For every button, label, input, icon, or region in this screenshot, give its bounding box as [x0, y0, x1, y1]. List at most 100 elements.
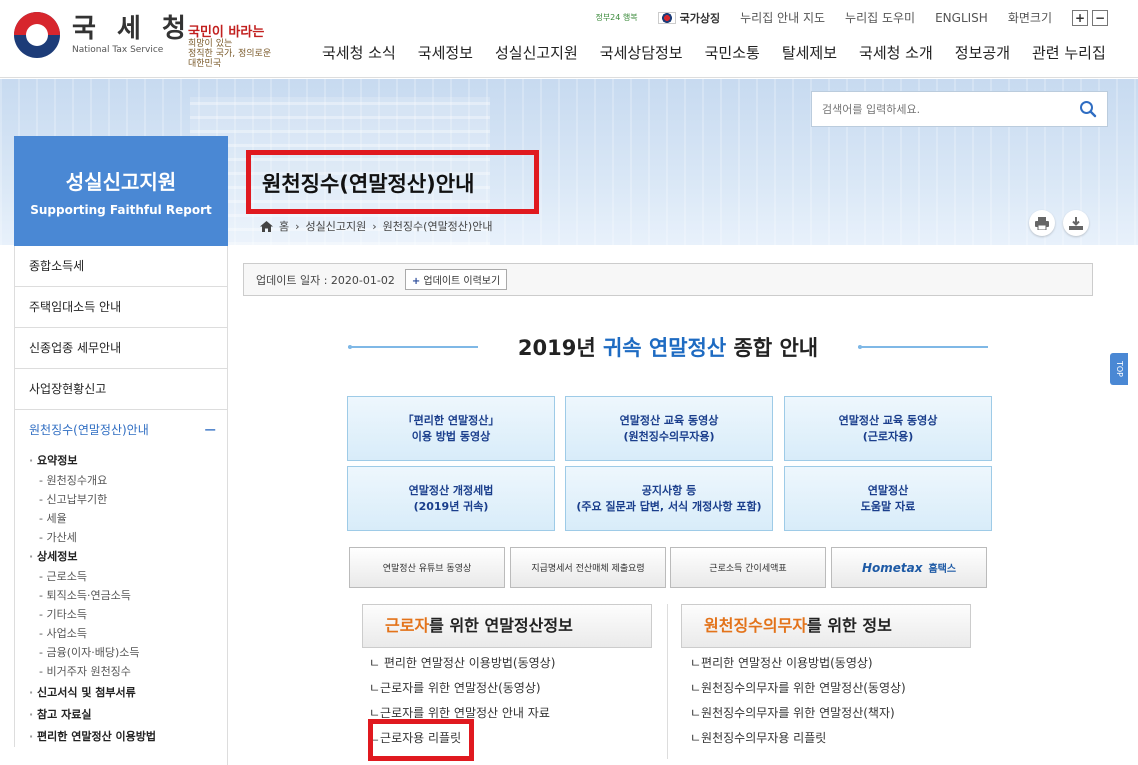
scroll-top-button[interactable]: TOP [1110, 353, 1128, 385]
submenu-group-references[interactable]: 참고 자료실 [29, 705, 227, 725]
print-icon [1035, 216, 1049, 230]
main-heading: 2019년 귀속 연말정산 종합 안내 [348, 330, 988, 364]
guide-button-notices[interactable]: 공지사항 등 (주요 질문과 답변, 서식 개정사항 포함) [565, 466, 773, 531]
zoom-in-button[interactable]: + [1072, 9, 1088, 26]
guide-button-video[interactable]: 「편리한 연말정산」 이용 방법 동영상 [347, 396, 555, 461]
english-link[interactable]: ENGLISH [935, 11, 988, 25]
national-symbol-link[interactable]: 국가상징 [657, 10, 721, 26]
withholder-link[interactable]: ㄴ원천징수의무자를 위한 연말정산(동영상) [690, 679, 906, 704]
gnb-item-communication[interactable]: 국민소통 [705, 42, 760, 63]
search-input[interactable] [822, 102, 1072, 116]
worker-info-heading: 근로자를 위한 연말정산정보 [362, 604, 652, 648]
submenu-leaf[interactable]: 비거주자 원천징수 [29, 662, 227, 681]
site-help-link[interactable]: 누리집 도우미 [845, 9, 915, 26]
print-button[interactable] [1029, 210, 1055, 236]
guide-button-help-materials[interactable]: 연말정산 도움말 자료 [784, 466, 992, 531]
national-symbol-label: 국가상징 [679, 11, 721, 25]
gnb-item-tax-info[interactable]: 국세정보 [418, 42, 473, 63]
page-title-highlight [246, 150, 539, 214]
hometax-logo-icon: Hometax [861, 560, 923, 575]
worker-link[interactable]: ㄴ근로자를 위한 연말정산(동영상) [369, 679, 555, 704]
submenu-leaf[interactable]: 퇴직소득·연금소득 [29, 586, 227, 605]
collapse-icon[interactable]: − [204, 410, 217, 451]
font-size-label: 화면크기 [1007, 11, 1052, 25]
submenu-leaf[interactable]: 가산세 [29, 528, 227, 547]
electronic-submission-button[interactable]: 지급명세서 전산매체 제출요령 [510, 547, 666, 588]
breadcrumb-home[interactable]: 홈 [279, 218, 289, 234]
breadcrumb-current[interactable]: 원천징수(연말정산)안내 [383, 218, 493, 234]
download-icon [1069, 216, 1083, 230]
guide-button-edu-withholder[interactable]: 연말정산 교육 동영상 (원천징수의무자용) [565, 396, 773, 461]
slogan-line-3: 정직한 국가, 정의로운 대한민국 [188, 49, 272, 69]
withholder-link[interactable]: ㄴ원천징수의무자용 리플릿 [690, 729, 906, 754]
side-menu-item-withholding[interactable]: 원천징수(연말정산)안내 − [14, 410, 227, 451]
section-title-en: Supporting Faithful Report [30, 203, 212, 217]
submenu-leaf[interactable]: 원천징수개요 [29, 471, 227, 490]
gov24-logo[interactable]: 정부24 행복 [595, 13, 637, 22]
submenu-leaf[interactable]: 세율 [29, 509, 227, 528]
gnb-item-consult[interactable]: 국세상담정보 [600, 42, 683, 63]
submenu-group-convenient-guide[interactable]: 편리한 연말정산 이용방법 [29, 727, 227, 747]
submenu-leaf[interactable]: 사업소득 [29, 624, 227, 643]
section-title-ko: 성실신고지원 [65, 170, 177, 194]
side-menu: 종합소득세 주택임대소득 안내 신종업종 세무안내 사업장현황신고 원천징수(연… [14, 246, 228, 765]
withholder-info-heading: 원천징수의무자를 위한 정보 [681, 604, 971, 648]
withholder-link[interactable]: ㄴ편리한 연말정산 이용방법(동영상) [690, 654, 906, 679]
zoom-out-button[interactable]: − [1092, 9, 1108, 26]
slogan-line-2: 희망이 있는 [188, 39, 233, 49]
breadcrumb-separator: › [372, 219, 377, 233]
gnb-item-disclosure[interactable]: 정보공개 [955, 42, 1010, 63]
side-menu-item-new-business[interactable]: 신종업종 세무안내 [14, 328, 227, 369]
breadcrumb: 홈 › 성실신고지원 › 원천징수(연말정산)안내 [260, 218, 492, 234]
submenu-group-detail[interactable]: 상세정보 [29, 547, 227, 567]
guide-button-tax-revision[interactable]: 연말정산 개정세법 (2019년 귀속) [347, 466, 555, 531]
logo-korean-text: 국 세 청 [72, 14, 192, 44]
hometax-label: 홈택스 [928, 564, 957, 575]
search-icon[interactable] [1079, 100, 1097, 118]
gnb-item-about[interactable]: 국세청 소개 [859, 42, 933, 63]
side-menu-item-global-income[interactable]: 종합소득세 [14, 246, 227, 287]
update-date: 업데이트 일자 : 2020-01-02 [256, 273, 395, 287]
side-menu-item-housing-rent[interactable]: 주택임대소득 안내 [14, 287, 227, 328]
withholder-heading-rest: 를 위한 정보 [807, 616, 892, 635]
guide-button-edu-worker[interactable]: 연말정산 교육 동영상 (근로자용) [784, 396, 992, 461]
site-header: 국 세 청 National Tax Service 국민이 바라는 희망이 있… [0, 0, 1138, 78]
government-slogan: 국민이 바라는 희망이 있는 정직한 국가, 정의로운 대한민국 [188, 26, 280, 69]
tax-table-button[interactable]: 근로소득 간이세액표 [670, 547, 826, 588]
gnb-item-tax-evasion-report[interactable]: 탈세제보 [782, 42, 837, 63]
submenu-group-summary[interactable]: 요약정보 [29, 451, 227, 471]
withholder-heading-em: 원천징수의무자 [704, 616, 808, 635]
update-info-bar: 업데이트 일자 : 2020-01-02 + 업데이트 이력보기 [243, 263, 1093, 296]
submenu-leaf[interactable]: 금융(이자·배당)소득 [29, 643, 227, 662]
heading-highlight: 귀속 연말정산 [602, 336, 727, 360]
download-button[interactable] [1063, 210, 1089, 236]
gnb-item-related-sites[interactable]: 관련 누리집 [1032, 42, 1106, 63]
youtube-video-button[interactable]: 연말정산 유튜브 동영상 [349, 547, 505, 588]
home-icon[interactable] [260, 220, 273, 232]
breadcrumb-section[interactable]: 성실신고지원 [306, 218, 367, 234]
section-divider [667, 604, 668, 759]
worker-heading-rest: 를 위한 연말정산정보 [429, 616, 573, 635]
side-menu-item-business-report[interactable]: 사업장현황신고 [14, 369, 227, 410]
plus-icon: + [411, 276, 421, 287]
utility-menu: 정부24 행복 국가상징 누리집 안내 지도 누리집 도우미 ENGLISH 화… [595, 9, 1108, 26]
update-history-button[interactable]: + 업데이트 이력보기 [404, 269, 508, 290]
breadcrumb-separator: › [295, 219, 300, 233]
hometax-button[interactable]: Hometax 홈택스 [831, 547, 987, 588]
withholder-links: ㄴ편리한 연말정산 이용방법(동영상) ㄴ원천징수의무자를 위한 연말정산(동영… [690, 654, 906, 754]
section-title-panel: 성실신고지원 Supporting Faithful Report [14, 136, 228, 246]
nts-logo[interactable]: 국 세 청 National Tax Service [14, 12, 192, 58]
worker-link[interactable]: ㄴ 편리한 연말정산 이용방법(동영상) [369, 654, 555, 679]
submenu-group-forms[interactable]: 신고서식 및 첨부서류 [29, 683, 227, 703]
gnb-item-faithful-report[interactable]: 성실신고지원 [495, 42, 578, 63]
update-history-label: 업데이트 이력보기 [423, 276, 501, 287]
side-menu-active-label: 원천징수(연말정산)안내 [29, 423, 149, 437]
submenu-leaf[interactable]: 기타소득 [29, 605, 227, 624]
submenu-leaf[interactable]: 근로소득 [29, 567, 227, 586]
global-nav: 국세청 소식 국세정보 성실신고지원 국세상담정보 국민소통 탈세제보 국세청 … [322, 42, 1106, 63]
gnb-item-news[interactable]: 국세청 소식 [322, 42, 396, 63]
submenu-leaf[interactable]: 신고납부기한 [29, 490, 227, 509]
heading-year: 2019년 [517, 336, 596, 360]
sitemap-link[interactable]: 누리집 안내 지도 [740, 9, 825, 26]
withholder-link[interactable]: ㄴ원천징수의무자를 위한 연말정산(책자) [690, 704, 906, 729]
